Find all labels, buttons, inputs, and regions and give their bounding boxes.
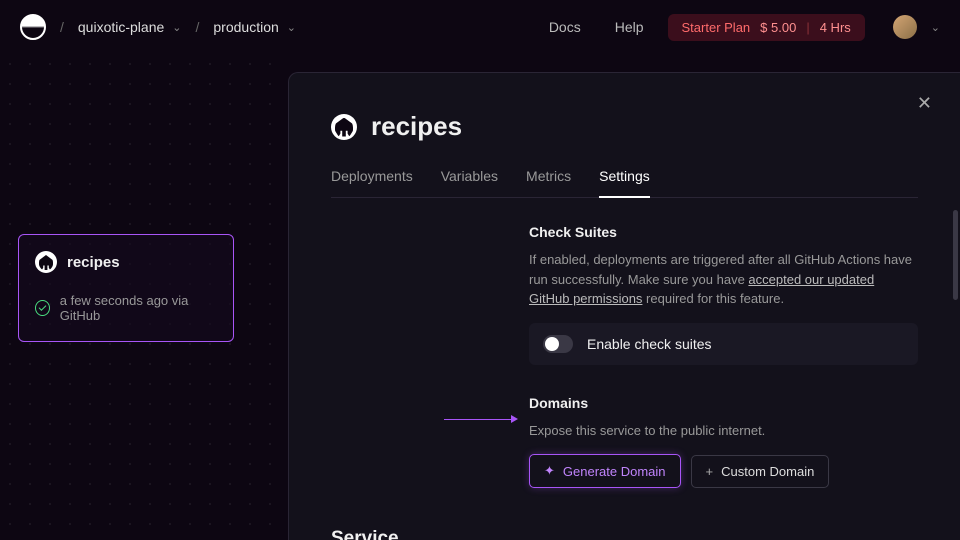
breadcrumb-separator: / bbox=[196, 19, 200, 35]
panel-tabs: Deployments Variables Metrics Settings bbox=[331, 168, 918, 198]
environment-name: production bbox=[213, 19, 278, 35]
plan-hours: 4 Hrs bbox=[820, 20, 851, 35]
plan-divider: | bbox=[806, 20, 809, 35]
sparkle-icon: ✦ bbox=[544, 463, 555, 479]
top-header: / quixotic-plane ⌄ / production ⌄ Docs H… bbox=[0, 0, 960, 54]
chevron-down-icon[interactable]: ⌄ bbox=[931, 21, 940, 34]
scrollbar[interactable] bbox=[953, 210, 958, 300]
app-logo[interactable] bbox=[20, 14, 46, 40]
check-suites-section: Check Suites If enabled, deployments are… bbox=[529, 224, 918, 365]
tab-variables[interactable]: Variables bbox=[441, 168, 498, 197]
avatar[interactable] bbox=[893, 15, 917, 39]
check-suites-desc: If enabled, deployments are triggered af… bbox=[529, 250, 918, 309]
panel-title: recipes bbox=[371, 111, 462, 142]
tab-metrics[interactable]: Metrics bbox=[526, 168, 571, 197]
close-icon[interactable]: ✕ bbox=[917, 93, 932, 114]
check-suites-toggle[interactable] bbox=[543, 335, 573, 353]
custom-domain-label: Custom Domain bbox=[721, 464, 814, 479]
check-suites-toggle-label: Enable check suites bbox=[587, 336, 712, 352]
plus-icon: + bbox=[706, 464, 714, 479]
plan-name: Starter Plan bbox=[682, 20, 751, 35]
service-heading: Service bbox=[331, 528, 918, 540]
chevron-down-icon: ⌄ bbox=[287, 21, 296, 34]
plan-price: $ 5.00 bbox=[760, 20, 796, 35]
generate-domain-button[interactable]: ✦ Generate Domain bbox=[529, 454, 681, 488]
tab-settings[interactable]: Settings bbox=[599, 168, 650, 198]
github-icon bbox=[35, 251, 57, 273]
custom-domain-button[interactable]: + Custom Domain bbox=[691, 455, 830, 488]
project-crumb[interactable]: quixotic-plane ⌄ bbox=[78, 19, 182, 35]
github-icon bbox=[331, 114, 357, 140]
service-card[interactable]: recipes a few seconds ago via GitHub bbox=[18, 234, 234, 342]
domains-desc: Expose this service to the public intern… bbox=[529, 421, 918, 441]
domains-section: Domains Expose this service to the publi… bbox=[529, 395, 918, 489]
check-suites-toggle-row: Enable check suites bbox=[529, 323, 918, 365]
project-name: quixotic-plane bbox=[78, 19, 164, 35]
environment-crumb[interactable]: production ⌄ bbox=[213, 19, 296, 35]
breadcrumb-separator: / bbox=[60, 19, 64, 35]
docs-link[interactable]: Docs bbox=[539, 19, 591, 35]
check-circle-icon bbox=[35, 300, 50, 316]
service-section: Service Settings scoped to ALL environme… bbox=[331, 528, 918, 540]
chevron-down-icon: ⌄ bbox=[172, 21, 181, 34]
plan-pill[interactable]: Starter Plan $ 5.00 | 4 Hrs bbox=[668, 14, 865, 41]
tab-deployments[interactable]: Deployments bbox=[331, 168, 413, 197]
check-suites-title: Check Suites bbox=[529, 224, 918, 240]
service-card-title: recipes bbox=[67, 254, 120, 271]
generate-domain-label: Generate Domain bbox=[563, 464, 666, 479]
help-link[interactable]: Help bbox=[605, 19, 654, 35]
domains-title: Domains bbox=[529, 395, 918, 411]
service-card-status: a few seconds ago via GitHub bbox=[60, 293, 217, 323]
settings-panel: ✕ recipes Deployments Variables Metrics … bbox=[288, 72, 960, 540]
